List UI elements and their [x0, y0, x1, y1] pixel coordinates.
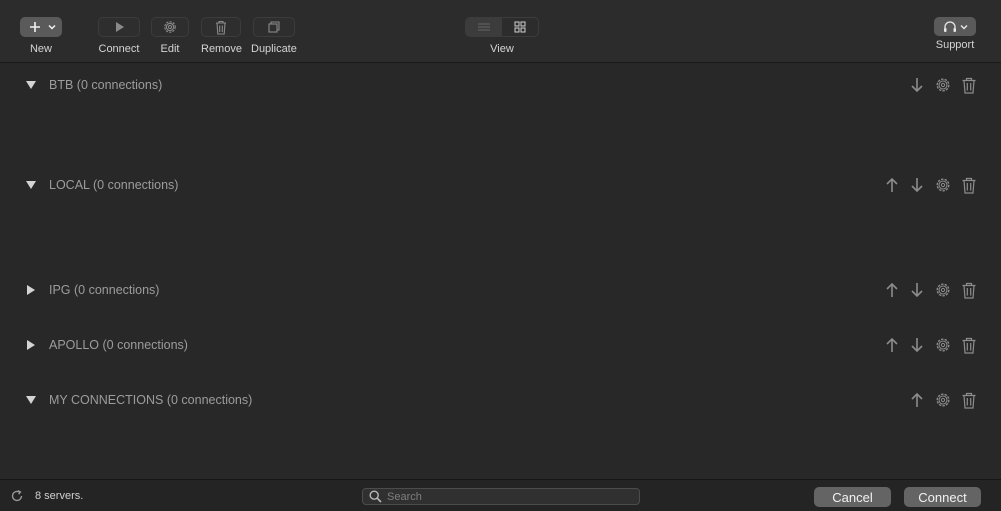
- group-row[interactable]: MY CONNECTIONS (0 connections): [0, 390, 1001, 410]
- gear-icon[interactable]: [934, 335, 952, 355]
- edit-label: Edit: [160, 43, 180, 55]
- support-item: Support: [934, 17, 976, 51]
- disclosure-open-icon[interactable]: [24, 79, 38, 91]
- gear-icon[interactable]: [934, 390, 952, 410]
- group-title: BTB (0 connections): [49, 78, 163, 92]
- trash-icon[interactable]: [960, 280, 978, 300]
- disclosure-closed-icon[interactable]: [24, 284, 38, 296]
- gear-icon: [164, 21, 176, 33]
- footer-bar: 8 servers. Cancel Connect: [0, 479, 1001, 511]
- group-row[interactable]: APOLLO (0 connections): [0, 335, 1001, 355]
- group-title: APOLLO (0 connections): [49, 338, 188, 352]
- new-item: New: [20, 17, 62, 55]
- trash-icon[interactable]: [960, 335, 978, 355]
- remove-button[interactable]: [201, 17, 242, 37]
- edit-button[interactable]: [151, 17, 189, 37]
- support-button[interactable]: [934, 17, 976, 36]
- status-text: 8 servers.: [35, 490, 84, 502]
- remove-label: Remove: [201, 43, 242, 55]
- connect-item: Connect: [98, 17, 140, 55]
- trash-icon[interactable]: [960, 175, 978, 195]
- disclosure-open-icon[interactable]: [24, 179, 38, 191]
- gear-icon[interactable]: [934, 280, 952, 300]
- arrow-up-icon[interactable]: [883, 335, 901, 355]
- disclosure-open-icon[interactable]: [24, 394, 38, 406]
- toolbar: New Connect Edit Remove Duplicate View S…: [0, 0, 1001, 63]
- trash-icon[interactable]: [960, 75, 978, 95]
- remove-item: Remove: [201, 17, 242, 55]
- refresh-icon[interactable]: [10, 489, 24, 508]
- support-label: Support: [935, 39, 975, 51]
- group-title: MY CONNECTIONS (0 connections): [49, 393, 253, 407]
- new-button[interactable]: [20, 17, 62, 37]
- group-row[interactable]: IPG (0 connections): [0, 280, 1001, 300]
- connect-button[interactable]: Connect: [904, 487, 981, 507]
- arrow-down-icon[interactable]: [908, 175, 926, 195]
- arrow-down-icon[interactable]: [908, 75, 926, 95]
- view-label: View: [490, 43, 514, 55]
- arrow-up-icon[interactable]: [883, 175, 901, 195]
- grid-view-button[interactable]: [502, 18, 538, 36]
- arrow-up-icon[interactable]: [908, 390, 926, 410]
- group-title: LOCAL (0 connections): [49, 178, 179, 192]
- search-input[interactable]: [387, 490, 632, 503]
- list-view-button[interactable]: [466, 18, 502, 36]
- trash-icon: [216, 20, 227, 35]
- plus-chevron-icon: [30, 22, 56, 32]
- group-title: IPG (0 connections): [49, 283, 160, 297]
- group-row[interactable]: BTB (0 connections): [0, 75, 1001, 95]
- cancel-button[interactable]: Cancel: [814, 487, 891, 507]
- connect-toolbar-label: Connect: [98, 43, 140, 55]
- arrow-up-icon[interactable]: [883, 280, 901, 300]
- group-row[interactable]: LOCAL (0 connections): [0, 175, 1001, 195]
- arrow-down-icon[interactable]: [908, 335, 926, 355]
- view-item: View: [465, 17, 539, 55]
- connect-toolbar-button[interactable]: [98, 17, 140, 37]
- play-icon: [116, 22, 124, 32]
- view-switcher: [465, 17, 539, 37]
- disclosure-closed-icon[interactable]: [24, 339, 38, 351]
- list-icon: [478, 23, 490, 31]
- duplicate-item: Duplicate: [251, 17, 297, 55]
- gear-icon[interactable]: [934, 75, 952, 95]
- gear-icon[interactable]: [934, 175, 952, 195]
- arrow-down-icon[interactable]: [908, 280, 926, 300]
- edit-item: Edit: [151, 17, 189, 55]
- trash-icon[interactable]: [960, 390, 978, 410]
- new-label: New: [29, 43, 52, 55]
- search-icon: [369, 490, 382, 508]
- duplicate-button[interactable]: [252, 17, 295, 37]
- duplicate-icon: [268, 21, 280, 33]
- grid-icon: [514, 21, 526, 33]
- search-box[interactable]: [362, 488, 640, 505]
- headset-icon: [944, 20, 968, 32]
- duplicate-label: Duplicate: [251, 43, 297, 55]
